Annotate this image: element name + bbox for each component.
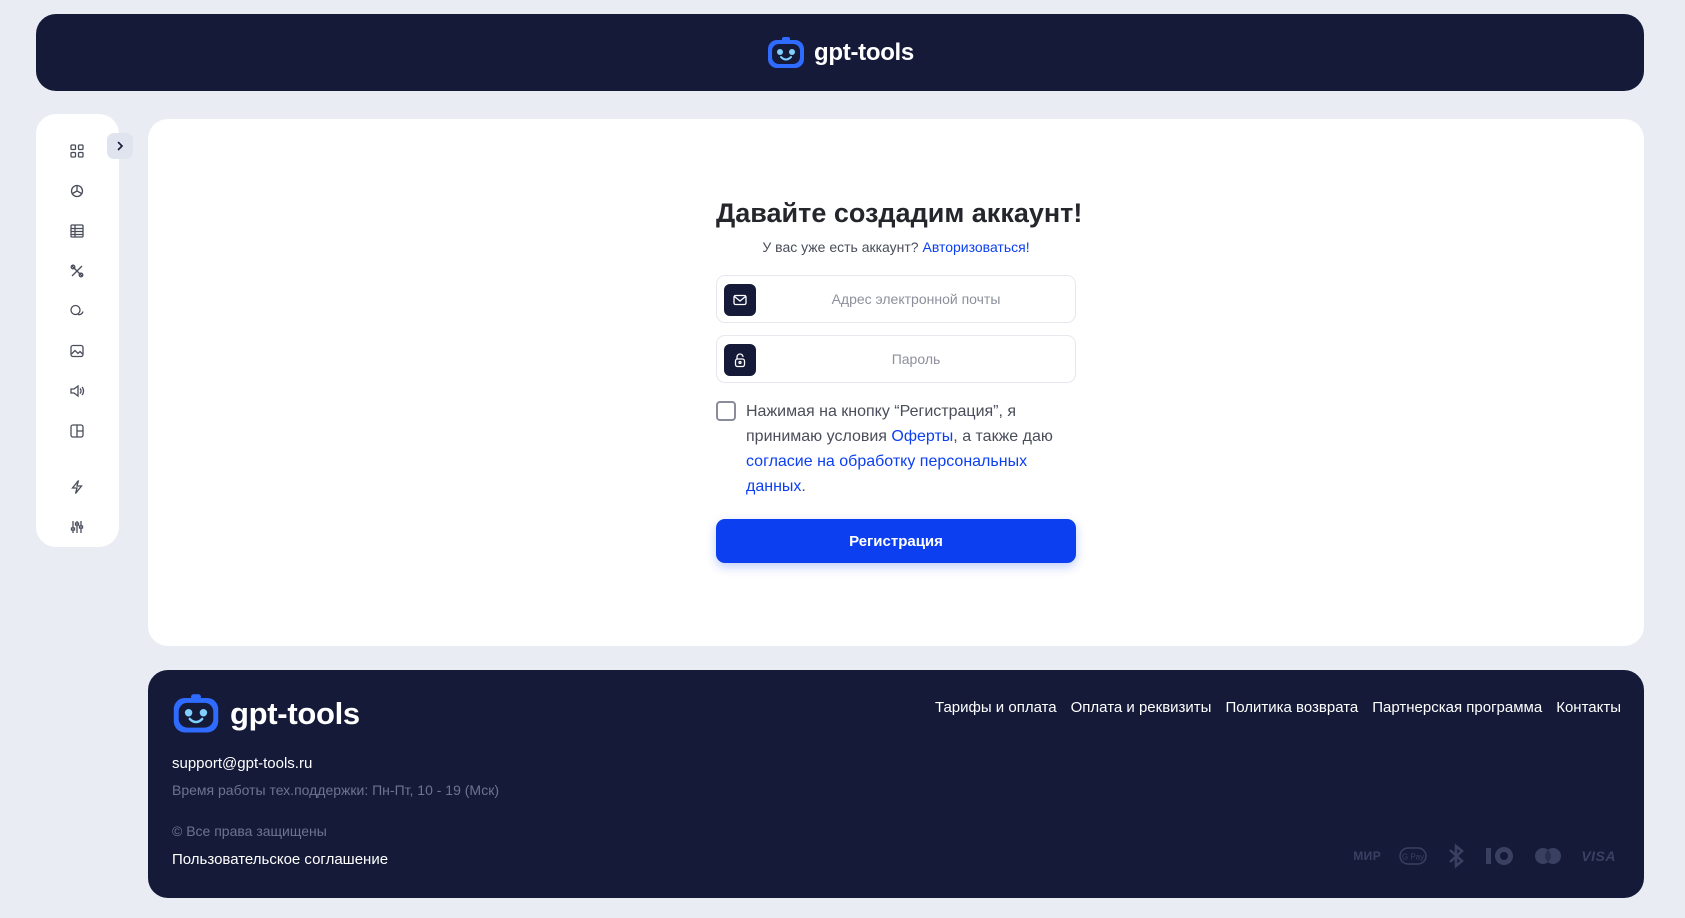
openai-icon[interactable] xyxy=(66,180,88,202)
footer-nav: Тарифы и оплата Оплата и реквизиты Полит… xyxy=(935,699,1621,716)
sidebar xyxy=(36,114,119,547)
tools-icon[interactable] xyxy=(66,260,88,282)
lightning-icon[interactable] xyxy=(66,476,88,498)
layout-icon[interactable] xyxy=(66,420,88,442)
email-field-wrapper xyxy=(716,275,1076,323)
audio-icon[interactable] xyxy=(66,380,88,402)
payment-methods: МИР G Pay VISA xyxy=(1353,843,1616,869)
login-link[interactable]: Авторизоваться! xyxy=(923,239,1030,255)
consent-row: Нажимая на кнопку “Регистрация”, я прини… xyxy=(716,399,1076,499)
consent-text-part: . xyxy=(801,478,806,495)
login-prompt: У вас уже есть аккаунт? Авторизоваться! xyxy=(716,239,1076,255)
grid-icon[interactable] xyxy=(66,140,88,162)
footer-link-payment-details[interactable]: Оплата и реквизиты xyxy=(1071,699,1212,716)
brand-logo[interactable]: gpt-tools xyxy=(766,36,914,70)
lock-icon xyxy=(724,344,756,376)
register-button[interactable]: Регистрация xyxy=(716,519,1076,563)
consent-checkbox[interactable] xyxy=(716,401,736,421)
password-field[interactable] xyxy=(717,336,1075,382)
footer-logo[interactable]: gpt-tools xyxy=(171,693,360,735)
brand-name: gpt-tools xyxy=(814,38,914,66)
registration-form: Давайте создадим аккаунт! У вас уже есть… xyxy=(716,198,1083,563)
copyright: © Все права защищены xyxy=(172,823,327,839)
mastercard-icon xyxy=(1535,848,1562,864)
email-field[interactable] xyxy=(717,276,1075,322)
robot-logo-icon xyxy=(173,694,219,733)
personal-data-link[interactable]: согласие на обработку персональных данны… xyxy=(746,453,1027,495)
header-bar: gpt-tools xyxy=(36,14,1644,91)
document-icon[interactable] xyxy=(66,220,88,242)
footer-link-contacts[interactable]: Контакты xyxy=(1556,699,1621,716)
consent-text-part: , а также даю xyxy=(953,428,1053,445)
gpay-icon: G Pay xyxy=(1399,847,1428,865)
svg-text:G Pay: G Pay xyxy=(1402,853,1424,862)
footer-link-partner-program[interactable]: Партнерская программа xyxy=(1372,699,1542,716)
password-field-wrapper xyxy=(716,335,1076,383)
support-email[interactable]: support@gpt-tools.ru xyxy=(172,755,312,772)
footer-brand-name: gpt-tools xyxy=(230,696,360,731)
user-agreement-link[interactable]: Пользовательское соглашение xyxy=(172,851,388,868)
robot-logo-icon xyxy=(768,36,805,68)
image-icon[interactable] xyxy=(66,340,88,362)
sidebar-expand-button[interactable] xyxy=(107,133,133,159)
footer: gpt-tools Тарифы и оплата Оплата и рекви… xyxy=(148,670,1644,898)
footer-link-refund-policy[interactable]: Политика возврата xyxy=(1225,699,1358,716)
page-title: Давайте создадим аккаунт! xyxy=(716,198,1083,228)
chevron-right-icon xyxy=(117,141,124,151)
login-prompt-text: У вас уже есть аккаунт? xyxy=(762,239,919,255)
chat-icon[interactable] xyxy=(66,300,88,322)
mail-icon xyxy=(724,284,756,316)
settings-sliders-icon[interactable] xyxy=(66,516,88,538)
yumoney-icon xyxy=(1486,847,1514,865)
footer-link-tariffs[interactable]: Тарифы и оплата xyxy=(935,699,1057,716)
visa-icon: VISA xyxy=(1581,848,1616,864)
bluetooth-icon xyxy=(1449,843,1465,869)
offer-link[interactable]: Оферты xyxy=(891,428,953,445)
support-hours: Время работы тех.поддержки: Пн-Пт, 10 - … xyxy=(172,782,500,798)
consent-text: Нажимая на кнопку “Регистрация”, я прини… xyxy=(746,399,1076,499)
mir-icon: МИР xyxy=(1353,849,1382,863)
